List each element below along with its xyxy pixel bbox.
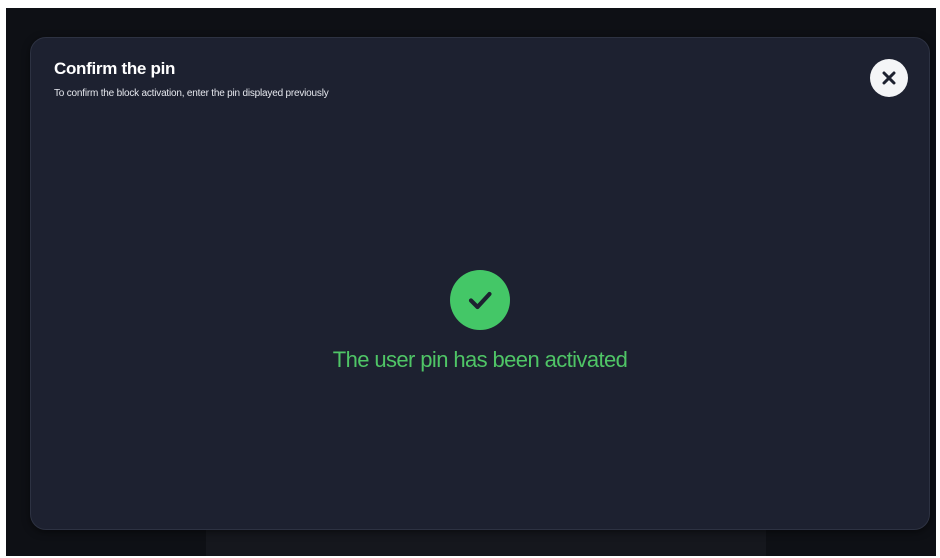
- app-screen: Confirm the pin To confirm the block act…: [6, 8, 936, 556]
- close-button[interactable]: [870, 59, 908, 97]
- dialog-subtitle: To confirm the block activation, enter t…: [54, 88, 329, 99]
- success-status: The user pin has been activated: [31, 270, 929, 373]
- success-message: The user pin has been activated: [332, 347, 628, 372]
- confirm-pin-dialog: Confirm the pin To confirm the block act…: [30, 37, 930, 530]
- close-icon: [881, 70, 897, 86]
- check-circle-icon: [450, 270, 510, 330]
- dialog-title: Confirm the pin: [54, 59, 176, 78]
